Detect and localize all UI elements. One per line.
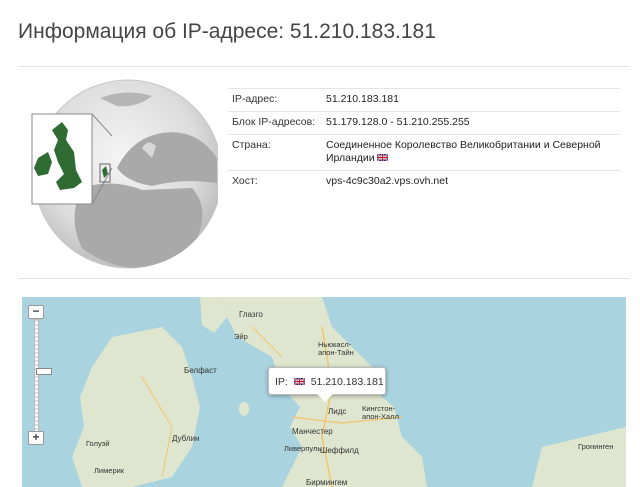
popup-ip: 51.210.183.181 [310, 376, 384, 388]
city-label: Ливерпуль [284, 444, 322, 453]
uk-flag-icon [293, 378, 305, 385]
table-row: Хост: vps-4c9c30a2.vps.ovh.net [228, 170, 620, 193]
country-globe-image [22, 78, 223, 272]
uk-flag-icon [376, 154, 388, 161]
block-label: Блок IP-адресов: [228, 111, 322, 135]
divider [18, 278, 630, 279]
city-label: Бирмингем [306, 478, 348, 487]
city-label: Дублин [172, 434, 200, 443]
location-map[interactable]: − + Глазго Эйр Ньюкасл-апон-Тайн Белфаст… [22, 297, 626, 487]
table-row: Блок IP-адресов: 51.179.128.0 - 51.210.2… [228, 111, 620, 135]
ip-location-popup[interactable]: IP: 51.210.183.181 [268, 367, 386, 402]
zoom-in-button[interactable]: + [28, 431, 44, 445]
zoom-slider-track[interactable] [34, 319, 52, 433]
city-label: Глазго [239, 310, 263, 319]
city-label: Кингстон-апон-Халл [362, 404, 399, 421]
city-label: Лимерик [94, 466, 125, 475]
city-label: Ньюкасл-апон-Тайн [318, 340, 354, 357]
ip-value: 51.210.183.181 [322, 88, 620, 112]
city-label: Шеффилд [320, 446, 359, 455]
country-label: Страна: [228, 134, 322, 171]
ip-label: IP-адрес: [228, 88, 322, 112]
country-value: Соединенное Королевство Великобритании и… [326, 139, 601, 164]
city-label: Голуэй [86, 439, 110, 448]
city-label: Гронинген [578, 442, 614, 451]
zoom-slider-handle[interactable] [36, 368, 52, 375]
block-value: 51.179.128.0 - 51.210.255.255 [322, 111, 620, 135]
city-label: Лидс [328, 407, 347, 416]
table-row: IP-адрес: 51.210.183.181 [228, 88, 620, 112]
popup-prefix: IP: [275, 376, 288, 388]
city-label: Белфаст [184, 366, 217, 375]
city-label: Эйр [234, 332, 248, 341]
host-value: vps-4c9c30a2.vps.ovh.net [322, 170, 620, 193]
page-title: Информация об IP-адресе: 51.210.183.181 [18, 20, 436, 43]
host-label: Хост: [228, 170, 322, 193]
divider [18, 66, 630, 67]
zoom-control[interactable]: − + [28, 305, 52, 445]
zoom-out-button[interactable]: − [28, 305, 44, 319]
table-row: Страна: Соединенное Королевство Великобр… [228, 134, 620, 171]
city-label: Манчестер [292, 427, 333, 436]
ip-info-table: IP-адрес: 51.210.183.181 Блок IP-адресов… [228, 88, 620, 193]
